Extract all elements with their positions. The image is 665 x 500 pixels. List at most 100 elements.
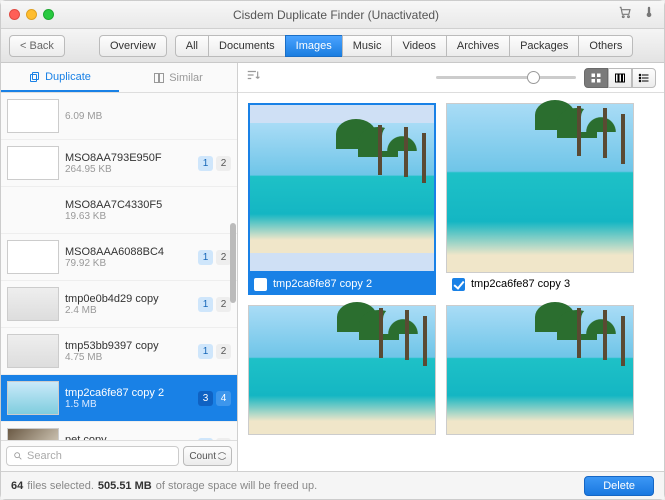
file-size: 264.95 KB xyxy=(65,164,192,175)
zoom-icon[interactable] xyxy=(43,9,54,20)
tab-all[interactable]: All xyxy=(175,35,208,57)
tab-others[interactable]: Others xyxy=(578,35,633,57)
view-list-button[interactable] xyxy=(632,68,656,88)
preview-filename: tmp2ca6fe87 copy 3 xyxy=(471,278,570,290)
tab-similar[interactable]: Similar xyxy=(119,63,237,92)
thumbnail xyxy=(7,99,59,133)
tab-archives[interactable]: Archives xyxy=(446,35,509,57)
file-size: 1.5 MB xyxy=(65,399,192,410)
file-size: 19.63 KB xyxy=(65,211,231,222)
file-name: tmp53bb9397 copy xyxy=(65,340,192,352)
list-item[interactable]: MSO8AA793E950F264.95 KB 12 xyxy=(1,140,237,187)
file-name: MSO8AA793E950F xyxy=(65,152,192,164)
search-field[interactable] xyxy=(27,450,172,462)
status-text: files selected. xyxy=(27,480,94,492)
tab-documents[interactable]: Documents xyxy=(208,35,285,57)
count-badge: 6 xyxy=(216,438,231,441)
list-item[interactable]: tmp0e0b4d29 copy2.4 MB 12 xyxy=(1,281,237,328)
count-badge: 5 xyxy=(198,438,213,441)
columns-icon xyxy=(614,72,626,84)
overview-button[interactable]: Overview xyxy=(99,35,167,57)
status-bar: 64 files selected. 505.51 MB of storage … xyxy=(1,471,664,499)
select-checkbox[interactable] xyxy=(254,278,267,291)
thumbnail xyxy=(7,428,59,440)
sidebar-footer: Count xyxy=(1,440,237,471)
search-input[interactable] xyxy=(6,446,179,466)
minimize-icon[interactable] xyxy=(26,9,37,20)
scrollbar[interactable] xyxy=(230,223,236,303)
file-name: MSO8AA7C4330F5 xyxy=(65,199,231,211)
preview-image xyxy=(446,103,634,273)
file-name: MSO8AAA6088BC4 xyxy=(65,246,192,258)
cart-icon[interactable] xyxy=(618,5,632,24)
titlebar: Cisdem Duplicate Finder (Unactivated) xyxy=(1,1,664,29)
tab-duplicate-label: Duplicate xyxy=(45,71,91,83)
file-name: tmp2ca6fe87 copy 2 xyxy=(65,387,192,399)
thumbnail xyxy=(7,287,59,321)
tab-duplicate[interactable]: Duplicate xyxy=(1,63,119,92)
list-item[interactable]: MSO8AAA6088BC479.92 KB 12 xyxy=(1,234,237,281)
window-controls xyxy=(9,9,54,20)
preview-card[interactable]: tmp2ca6fe87 copy 2 xyxy=(248,103,436,295)
preview-card[interactable] xyxy=(446,305,634,435)
main-toolbar xyxy=(238,63,664,93)
back-button[interactable]: < Back xyxy=(9,35,65,57)
tab-images[interactable]: Images xyxy=(285,35,342,57)
view-columns-button[interactable] xyxy=(608,68,632,88)
zoom-range[interactable] xyxy=(436,76,576,79)
preview-grid: tmp2ca6fe87 copy 2 tmp2ca6fe87 copy 3 xyxy=(238,93,664,471)
file-list: 6.09 MB MSO8AA793E950F264.95 KB 12 MSO8A… xyxy=(1,93,237,440)
list-item[interactable]: pet copy40.88 KB 56 xyxy=(1,422,237,440)
grid-icon xyxy=(590,72,602,84)
count-badge: 4 xyxy=(216,391,231,406)
count-badge: 1 xyxy=(198,344,213,359)
list-icon xyxy=(638,72,650,84)
chevron-icon xyxy=(218,452,226,460)
count-badge: 3 xyxy=(198,391,213,406)
count-button[interactable]: Count xyxy=(183,446,232,466)
file-size: 6.09 MB xyxy=(65,111,231,122)
preview-card[interactable] xyxy=(248,305,436,435)
count-badge: 2 xyxy=(216,297,231,312)
search-icon xyxy=(13,451,23,461)
freed-size: 505.51 MB xyxy=(98,480,152,492)
thumbnail xyxy=(7,193,59,227)
selected-count: 64 xyxy=(11,480,23,492)
view-grid-button[interactable] xyxy=(584,68,608,88)
toolbar: < Back Overview All Documents Images Mus… xyxy=(1,29,664,63)
file-size: 79.92 KB xyxy=(65,258,192,269)
count-badge: 1 xyxy=(198,250,213,265)
main-panel: tmp2ca6fe87 copy 2 tmp2ca6fe87 copy 3 xyxy=(238,63,664,471)
file-name: tmp0e0b4d29 copy xyxy=(65,293,192,305)
status-text: of storage space will be freed up. xyxy=(156,480,317,492)
preview-image xyxy=(248,305,436,435)
close-icon[interactable] xyxy=(9,9,20,20)
sort-button[interactable] xyxy=(246,68,260,87)
preview-card[interactable]: tmp2ca6fe87 copy 3 xyxy=(446,103,634,295)
sidebar-tabs: Duplicate Similar xyxy=(1,63,237,93)
list-item[interactable]: tmp53bb9397 copy4.75 MB 12 xyxy=(1,328,237,375)
sidebar: Duplicate Similar 6.09 MB MSO8AA793E950F… xyxy=(1,63,238,471)
thumbnail xyxy=(7,334,59,368)
tab-music[interactable]: Music xyxy=(342,35,392,57)
similar-icon xyxy=(153,72,165,84)
tab-videos[interactable]: Videos xyxy=(391,35,445,57)
zoom-slider[interactable] xyxy=(436,76,576,79)
count-badge: 1 xyxy=(198,156,213,171)
view-mode xyxy=(584,68,656,88)
category-tabs: All Documents Images Music Videos Archiv… xyxy=(175,35,634,57)
list-item[interactable]: tmp2ca6fe87 copy 21.5 MB 34 xyxy=(1,375,237,422)
preview-filename: tmp2ca6fe87 copy 2 xyxy=(273,278,372,290)
thermometer-icon[interactable] xyxy=(642,5,656,24)
file-name: pet copy xyxy=(65,434,192,441)
thumbnail xyxy=(7,381,59,415)
file-size: 4.75 MB xyxy=(65,352,192,363)
delete-button[interactable]: Delete xyxy=(584,476,654,496)
tab-packages[interactable]: Packages xyxy=(509,35,578,57)
count-label: Count xyxy=(189,451,216,462)
list-item[interactable]: 6.09 MB xyxy=(1,93,237,140)
window-title: Cisdem Duplicate Finder (Unactivated) xyxy=(54,8,618,22)
list-item[interactable]: MSO8AA7C4330F519.63 KB xyxy=(1,187,237,234)
preview-image xyxy=(248,103,436,273)
select-checkbox[interactable] xyxy=(452,278,465,291)
